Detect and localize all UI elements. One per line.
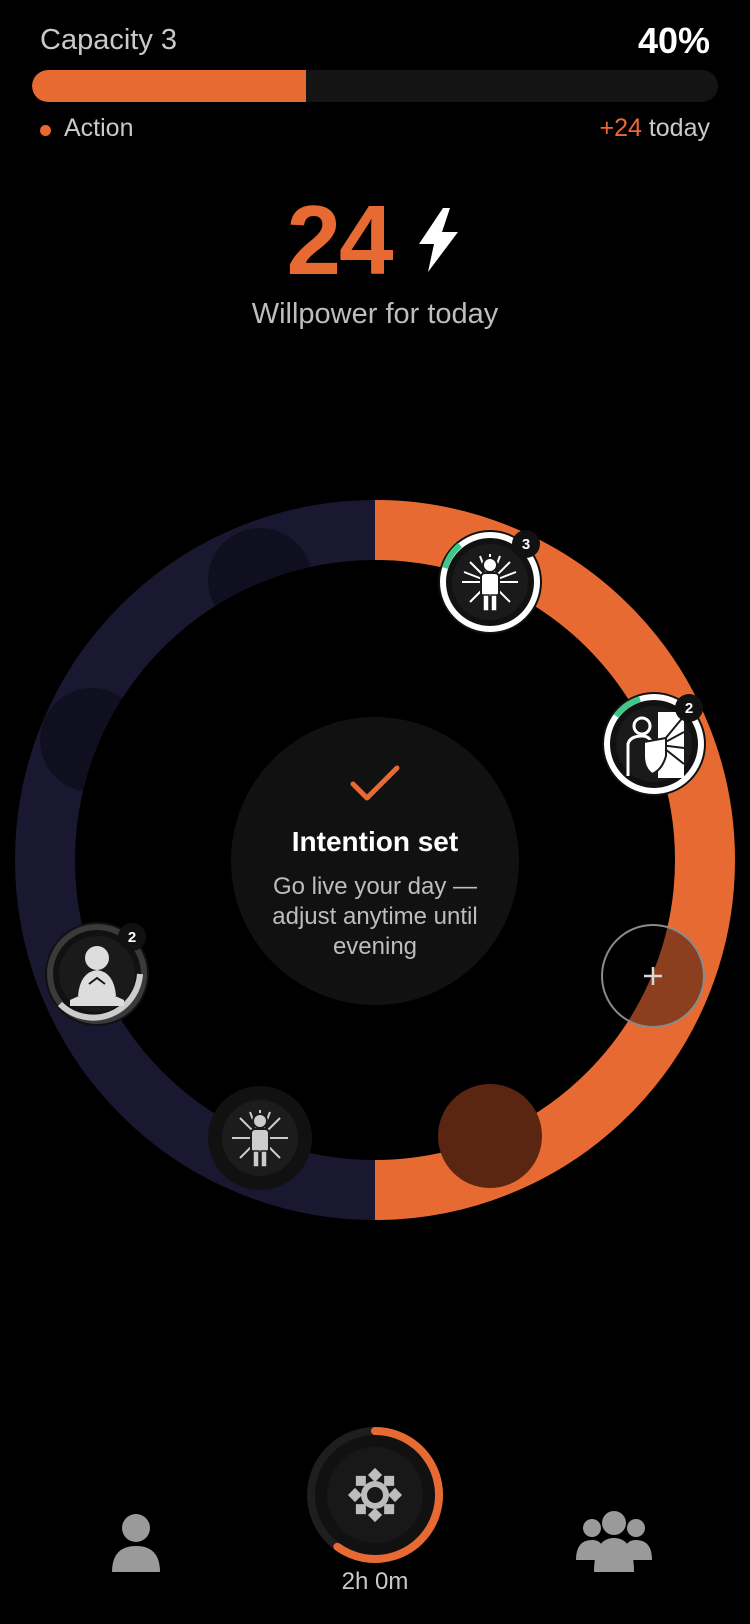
settings-timer-button[interactable]	[300, 1420, 450, 1570]
sun-gear-icon	[347, 1467, 403, 1523]
center-title: Intention set	[291, 826, 459, 857]
node-badge-count: 2	[128, 929, 136, 946]
empty-slot-marker	[40, 688, 144, 792]
checkmark-icon	[350, 765, 400, 801]
add-node-button[interactable]	[601, 924, 705, 1028]
timer-label: 2h 0m	[341, 1568, 409, 1595]
shield-person-node[interactable]: 2	[602, 692, 706, 796]
person-icon[interactable]	[104, 1510, 168, 1574]
node-badge-count: 2	[685, 700, 693, 717]
radiant-person-node[interactable]: 3	[438, 530, 542, 634]
radiant-person-small-node[interactable]	[208, 1086, 312, 1190]
group-icon[interactable]	[576, 1508, 652, 1572]
center-subtitle: Go live your day — adjust anytime until …	[272, 873, 478, 960]
node-badge-count: 3	[522, 536, 530, 553]
empty-slot-marker	[208, 528, 312, 632]
empty-slot-marker	[438, 1084, 542, 1188]
meditation-node[interactable]: 2	[45, 922, 149, 1026]
